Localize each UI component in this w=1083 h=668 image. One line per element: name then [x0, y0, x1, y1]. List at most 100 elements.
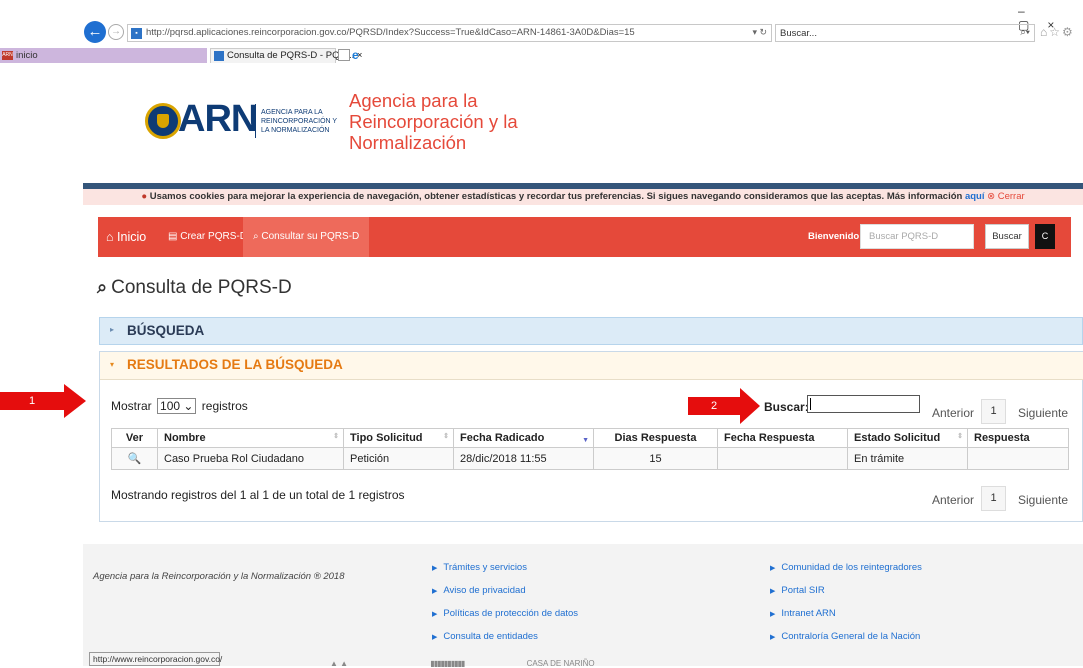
- welcome-text: Bienvenido: [808, 231, 860, 242]
- chevron-down-icon: ▾: [110, 360, 115, 369]
- browser-search-box[interactable]: Buscar... ⌕▾: [775, 24, 1035, 42]
- arrow-right-icon: [740, 388, 760, 424]
- cell-tipo: Petición: [343, 447, 454, 470]
- footer-link-comunidad[interactable]: ▶ Comunidad de los reintegradores: [770, 562, 922, 573]
- cell-dias: 15: [593, 447, 718, 470]
- nav-crear-pqrsd[interactable]: ▤ Crear PQRS-D: [168, 217, 247, 257]
- casa-narino-logo: CASA DE NARIÑO: [526, 659, 595, 668]
- col-tipo-label: Tipo Solicitud: [350, 432, 423, 444]
- address-bar[interactable]: ▪ http://pqrsd.aplicaciones.reincorporac…: [127, 24, 772, 42]
- view-case-button[interactable]: 🔍: [111, 447, 158, 470]
- pager-page-1-bottom[interactable]: 1: [981, 486, 1006, 511]
- arrow-right-icon: [64, 384, 86, 418]
- cookie-notice: ● Usamos cookies para mejorar la experie…: [83, 189, 1083, 205]
- footer-link-intranet[interactable]: ▶ Intranet ARN: [770, 608, 836, 619]
- logo-placeholder: ▲ ▲: [330, 659, 349, 668]
- refresh-icon[interactable]: ▾ ↻: [752, 27, 767, 38]
- browser-tab-active[interactable]: Consulta de PQRS-D - PQR... ×: [210, 48, 362, 63]
- magnifier-icon: 🔍: [127, 453, 142, 465]
- triangle-right-icon: ▶: [770, 588, 776, 595]
- document-icon: ▤: [168, 231, 178, 242]
- pager-previous-top[interactable]: Anterior: [932, 406, 974, 420]
- resultados-panel: ▾ RESULTADOS DE LA BÚSQUEDA Mostrar 100 …: [99, 351, 1083, 522]
- back-button[interactable]: ←: [84, 21, 106, 43]
- resultados-panel-header[interactable]: ▾ RESULTADOS DE LA BÚSQUEDA: [100, 352, 1083, 380]
- footer-link-consulta[interactable]: ▶ Consulta de entidades: [432, 631, 538, 642]
- annotation-2-label: 2: [688, 397, 740, 415]
- chevron-right-icon: ▸: [110, 325, 115, 334]
- chevron-down-icon: ⌄: [183, 399, 194, 413]
- footer-link-aviso[interactable]: ▶ Aviso de privacidad: [432, 585, 526, 596]
- mostrar-label: Mostrar: [111, 399, 152, 413]
- main-navbar: ⌂ Inicio ▤ Crear PQRS-D ⌕ Consultar su P…: [98, 217, 1071, 257]
- home-star-gear-icons[interactable]: ⌂☆⚙: [1040, 25, 1075, 39]
- sort-icon: ⇕: [443, 433, 449, 440]
- cookie-more-link[interactable]: aquí: [965, 191, 985, 202]
- footer-link-politicas[interactable]: ▶ Políticas de protección de datos: [432, 608, 578, 619]
- pager-next-bottom[interactable]: Siguiente: [1018, 493, 1068, 507]
- table-row: 🔍 Caso Prueba Rol Ciudadano Petición 28/…: [111, 447, 1069, 470]
- c-button[interactable]: C: [1035, 224, 1055, 249]
- pqrsd-search-input[interactable]: Buscar PQRS-D: [860, 224, 974, 249]
- annotation-1-label: 1: [0, 392, 64, 410]
- cell-nombre: Caso Prueba Rol Ciudadano: [157, 447, 344, 470]
- pager-previous-bottom[interactable]: Anterior: [932, 493, 974, 507]
- footer-link-tramites[interactable]: ▶ Trámites y servicios: [432, 562, 527, 573]
- agency-title: Agencia para la Reincorporación y la Nor…: [349, 90, 518, 153]
- page-title-text: Consulta de PQRS-D: [111, 277, 292, 298]
- new-tab-button[interactable]: [338, 49, 350, 61]
- page-size-control: Mostrar 100 ⌄ registros: [111, 398, 248, 414]
- footer-link-portal-sir[interactable]: ▶ Portal SIR: [770, 585, 825, 596]
- col-fecha-radicado-label: Fecha Radicado: [460, 432, 545, 444]
- col-estado-solicitud[interactable]: Estado Solicitud ⇕: [847, 428, 968, 448]
- footer-partner-logos: ▲ ▲ ▮▮▮▮▮▮▮▮▮▮ CASA DE NARIÑO: [330, 659, 595, 668]
- pager-next-top[interactable]: Siguiente: [1018, 406, 1068, 420]
- col-dias-respuesta[interactable]: Dias Respuesta: [593, 428, 718, 448]
- footer-link-label: Aviso de privacidad: [443, 585, 526, 596]
- cookie-text: Usamos cookies para mejorar la experienc…: [149, 191, 963, 202]
- page-size-select[interactable]: 100 ⌄: [157, 398, 197, 414]
- footer-link-label: Contraloría General de la Nación: [781, 631, 921, 642]
- browser-search-placeholder: Buscar...: [780, 28, 817, 39]
- footer-link-label: Comunidad de los reintegradores: [781, 562, 922, 573]
- nav-crear-label: Crear PQRS-D: [180, 231, 247, 242]
- site-favicon-icon: ▪: [131, 28, 142, 39]
- sort-icon: ⇕: [333, 433, 339, 440]
- url-text[interactable]: http://pqrsd.aplicaciones.reincorporacio…: [146, 27, 635, 38]
- cell-estado: En trámite: [847, 447, 968, 470]
- nav-consultar-label: Consultar su PQRS-D: [261, 231, 360, 242]
- col-fecha-respuesta[interactable]: Fecha Respuesta: [717, 428, 848, 448]
- cell-fecha-radicado: 28/dic/2018 11:55: [453, 447, 594, 470]
- table-search-input[interactable]: [807, 395, 920, 413]
- nav-inicio[interactable]: ⌂ Inicio: [106, 217, 146, 257]
- favorite-inicio[interactable]: ARN inicio: [0, 48, 207, 63]
- triangle-right-icon: ▶: [432, 634, 438, 641]
- table-header-row: Ver Nombre ⇕ Tipo Solicitud ⇕ Fecha Radica…: [111, 428, 1069, 448]
- col-ver-label: Ver: [125, 432, 144, 444]
- nav-consultar-pqrsd[interactable]: ⌕ Consultar su PQRS-D: [243, 217, 370, 257]
- col-nombre[interactable]: Nombre ⇕: [157, 428, 344, 448]
- resultados-title: RESULTADOS DE LA BÚSQUEDA: [127, 357, 343, 372]
- col-fecha-radicado[interactable]: Fecha Radicado ▼: [453, 428, 594, 448]
- tab-favicon-icon: [214, 51, 224, 61]
- footer-link-contraloria[interactable]: ▶ Contraloría General de la Nación: [770, 631, 920, 642]
- ie-icon[interactable]: e: [352, 48, 359, 62]
- pager-page-1-top[interactable]: 1: [981, 399, 1006, 424]
- col-ver[interactable]: Ver: [111, 428, 158, 448]
- logo-divider: [255, 104, 256, 138]
- favorite-inicio-label: inicio: [16, 50, 38, 61]
- triangle-right-icon: ▶: [432, 611, 438, 618]
- forward-button[interactable]: →: [108, 24, 124, 40]
- footer-link-label: Trámites y servicios: [443, 562, 527, 573]
- search-icon[interactable]: ⌕▾: [1020, 27, 1030, 38]
- pqrsd-search-button[interactable]: Buscar: [985, 224, 1029, 249]
- logo-arn-text: ARN: [178, 98, 258, 140]
- cookie-close-button[interactable]: ⊗ Cerrar: [987, 191, 1025, 202]
- col-tipo-solicitud[interactable]: Tipo Solicitud ⇕: [343, 428, 454, 448]
- close-icon: ⊗: [987, 191, 996, 202]
- col-dias-label: Dias Respuesta: [614, 432, 697, 444]
- col-estado-label: Estado Solicitud: [854, 432, 941, 444]
- footer-copyright: Agencia para la Reincorporación y la Nor…: [93, 571, 345, 582]
- col-respuesta[interactable]: Respuesta: [967, 428, 1069, 448]
- busqueda-panel-header[interactable]: ▸ BÚSQUEDA: [99, 317, 1083, 345]
